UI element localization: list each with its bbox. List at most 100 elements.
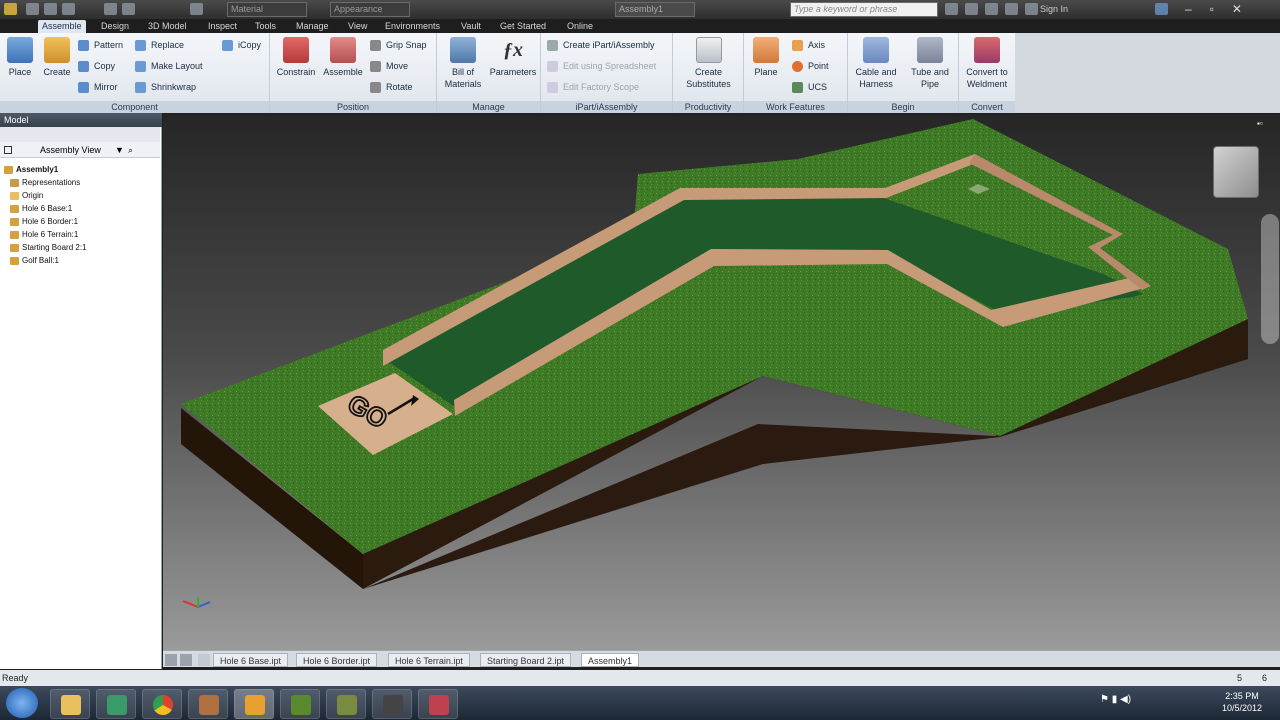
favorites-icon[interactable]: [1005, 3, 1018, 15]
taskbar-explorer[interactable]: [50, 689, 90, 719]
filter-icon[interactable]: [4, 146, 12, 154]
point-button[interactable]: Point: [792, 59, 829, 73]
tab-3d-model[interactable]: 3D Model: [144, 20, 191, 33]
tree-item-golf-ball[interactable]: Golf Ball:1: [10, 256, 59, 265]
tab-environments[interactable]: Environments: [381, 20, 444, 33]
graphics-viewport[interactable]: GO ▪▫: [163, 114, 1280, 650]
search-input[interactable]: Type a keyword or phrase: [790, 2, 938, 17]
taskbar-app-8[interactable]: [372, 689, 412, 719]
place-button[interactable]: Place: [4, 37, 36, 78]
taskbar-minecraft[interactable]: [280, 689, 320, 719]
plane-button[interactable]: Plane: [748, 37, 784, 78]
parameters-button[interactable]: ƒx Parameters: [487, 37, 539, 78]
create-ipart-button[interactable]: Create iPart/iAssembly: [547, 38, 655, 52]
taskbar-chrome[interactable]: [142, 689, 182, 719]
user-icon[interactable]: [1025, 3, 1038, 15]
tab-tools[interactable]: Tools: [251, 20, 280, 33]
viewcube-icon[interactable]: [1213, 146, 1259, 198]
cascade-icon[interactable]: [180, 654, 192, 666]
part-icon: [10, 205, 19, 213]
replace-button[interactable]: Replace: [135, 38, 184, 52]
tab-view[interactable]: View: [344, 20, 371, 33]
start-button[interactable]: [6, 688, 38, 718]
tree-item-representations[interactable]: Representations: [10, 178, 80, 187]
tile-icon[interactable]: [165, 654, 177, 666]
clock[interactable]: 2:35 PM 10/5/2012: [1212, 690, 1272, 714]
tab-inspect[interactable]: Inspect: [204, 20, 241, 33]
ucs-button[interactable]: UCS: [792, 80, 827, 94]
tree-item-origin[interactable]: Origin: [10, 191, 43, 200]
doc-tab-hole6-base[interactable]: Hole 6 Base.ipt: [213, 653, 289, 667]
windows-taskbar: ⚑ ▮ ◀) 2:35 PM 10/5/2012: [0, 686, 1280, 720]
media-icon: [107, 695, 127, 715]
rotate-button[interactable]: Rotate: [370, 80, 413, 94]
tube-pipe-button[interactable]: Tube and Pipe: [904, 37, 956, 90]
help-icon[interactable]: [1155, 3, 1168, 15]
convert-weldment-button[interactable]: Convert to Weldment: [960, 37, 1014, 90]
doc-tab-assembly1[interactable]: Assembly1: [581, 653, 640, 667]
pattern-button[interactable]: Pattern: [78, 38, 123, 52]
edit-spreadsheet-button[interactable]: Edit using Spreadsheet: [547, 59, 656, 73]
save-icon[interactable]: [62, 3, 75, 15]
window-controls[interactable]: –▫✕: [1185, 2, 1275, 17]
make-layout-button[interactable]: Make Layout: [135, 59, 203, 73]
tab-manage[interactable]: Manage: [292, 20, 333, 33]
create-substitutes-button[interactable]: Create Substitutes: [676, 37, 741, 90]
chevron-down-icon[interactable]: ▼: [115, 142, 124, 158]
material-select[interactable]: Material: [227, 2, 307, 17]
bill-of-materials-button[interactable]: Bill of Materials: [439, 37, 487, 90]
assemble-button[interactable]: Assemble: [320, 37, 366, 78]
doc-tab-hole6-terrain[interactable]: Hole 6 Terrain.ipt: [388, 653, 470, 667]
update-icon[interactable]: [190, 3, 203, 15]
binoculars-icon[interactable]: [945, 3, 958, 15]
open-icon[interactable]: [44, 3, 57, 15]
cable-harness-button[interactable]: Cable and Harness: [850, 37, 902, 90]
create-component-button[interactable]: Create: [40, 37, 74, 78]
tab-online[interactable]: Online: [563, 20, 597, 33]
tab-vault[interactable]: Vault: [457, 20, 485, 33]
mirror-button[interactable]: Mirror: [78, 80, 118, 94]
binoculars-icon[interactable]: ⌕: [128, 142, 133, 158]
tab-assemble[interactable]: Assemble: [38, 20, 86, 33]
app-menu-icon[interactable]: [4, 3, 17, 15]
tree-item-starting-board[interactable]: Starting Board 2:1: [10, 243, 86, 252]
doc-tab-hole6-border[interactable]: Hole 6 Border.ipt: [296, 653, 378, 667]
taskbar-app-9[interactable]: [418, 689, 458, 719]
mini-golf-model[interactable]: GO: [163, 114, 1280, 650]
tray-icons[interactable]: ⚑ ▮ ◀): [1100, 694, 1180, 710]
move-button[interactable]: Move: [370, 59, 408, 73]
doc-menu-icon[interactable]: [198, 654, 210, 666]
constrain-button[interactable]: Constrain: [273, 37, 319, 78]
status-bar: Ready 5 6: [0, 670, 1280, 686]
new-icon[interactable]: [26, 3, 39, 15]
copy-button[interactable]: Copy: [78, 59, 115, 73]
tree-item-base[interactable]: Hole 6 Base:1: [10, 204, 72, 213]
taskbar-app-4[interactable]: [188, 689, 228, 719]
undo-icon[interactable]: [104, 3, 117, 15]
viewport-window-controls[interactable]: ▪▫: [1257, 119, 1275, 128]
appearance-select[interactable]: Appearance: [330, 2, 410, 17]
shrinkwrap-button[interactable]: Shrinkwrap: [135, 80, 196, 94]
tree-item-border[interactable]: Hole 6 Border:1: [10, 217, 78, 226]
tree-root[interactable]: Assembly1: [4, 165, 58, 174]
doc-tab-starting-board[interactable]: Starting Board 2.ipt: [480, 653, 572, 667]
communication-icon[interactable]: [985, 3, 998, 15]
taskbar-inventor[interactable]: [234, 689, 274, 719]
sign-in-link[interactable]: Sign In: [1040, 4, 1068, 14]
axis-button[interactable]: Axis: [792, 38, 825, 52]
edit-factory-scope-button[interactable]: Edit Factory Scope: [547, 80, 639, 94]
assembly-view-select[interactable]: Assembly View: [40, 142, 101, 158]
tab-design[interactable]: Design: [97, 20, 133, 33]
subscription-icon[interactable]: [965, 3, 978, 15]
navigation-bar[interactable]: [1261, 214, 1279, 344]
grip-snap-button[interactable]: Grip Snap: [370, 38, 427, 52]
icopy-button[interactable]: iCopy: [222, 38, 261, 52]
tree-item-terrain[interactable]: Hole 6 Terrain:1: [10, 230, 78, 239]
mirror-icon: [78, 82, 89, 93]
browser-view-bar[interactable]: Assembly View ▼ ⌕: [0, 142, 160, 158]
taskbar-media[interactable]: [96, 689, 136, 719]
browser-header[interactable]: Model: [0, 113, 162, 127]
taskbar-app-7[interactable]: [326, 689, 366, 719]
tab-get-started[interactable]: Get Started: [496, 20, 550, 33]
redo-icon[interactable]: [122, 3, 135, 15]
